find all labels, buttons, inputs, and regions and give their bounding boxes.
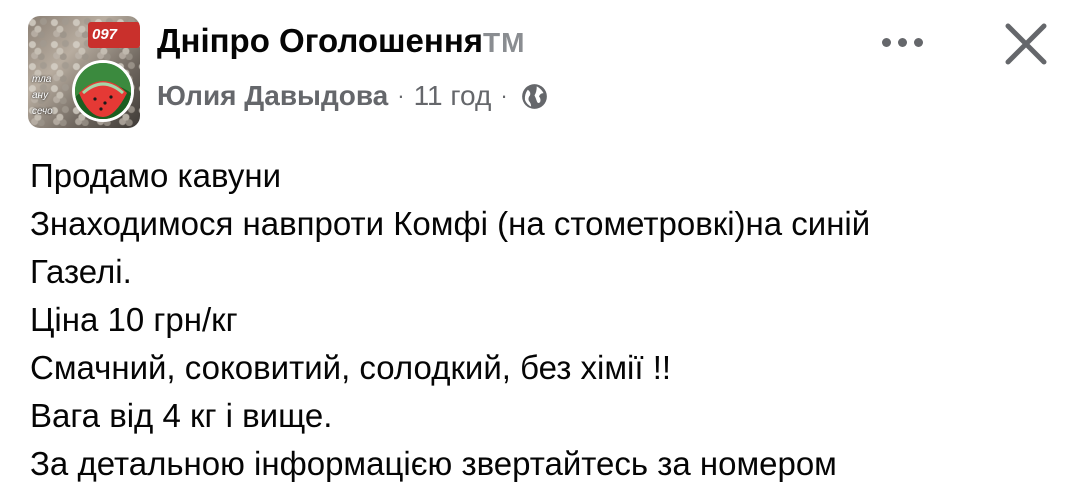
more-options-icon xyxy=(881,37,891,47)
group-name-text[interactable]: Дніпро Оголошення xyxy=(157,22,483,59)
meta-separator: · xyxy=(500,83,508,108)
close-icon[interactable] xyxy=(996,14,1056,74)
meta-separator: · xyxy=(397,83,405,108)
group-avatar-tag: 097 xyxy=(88,22,140,48)
group-badge: ТМ xyxy=(483,27,526,58)
post-text-line: Знаходимося навпроти Комфі (на стометров… xyxy=(30,205,871,242)
globe-icon[interactable] xyxy=(521,83,548,110)
watermelon-image xyxy=(75,63,131,119)
facebook-post: 097 тла ану сечо Дніпро ОголошенняТМ Юли… xyxy=(0,0,1080,488)
post-body: Продамо кавуни Знаходимося навпроти Комф… xyxy=(30,152,1060,488)
post-meta: Юлия Давыдова · 11 год · xyxy=(157,80,548,112)
post-text-line: Смачний, соковитий, солодкий, без хімії … xyxy=(30,349,672,386)
group-name[interactable]: Дніпро ОголошенняТМ xyxy=(157,22,525,60)
more-options-icon xyxy=(913,37,923,47)
post-text-line: Ціна 10 грн/кг xyxy=(30,301,238,338)
post-text-line: Продамо кавуни xyxy=(30,157,281,194)
author-name[interactable]: Юлия Давыдова xyxy=(157,80,388,112)
group-avatar-side-text: тла ану сечо xyxy=(32,74,53,117)
post-text-line: Газелі. xyxy=(30,253,132,290)
post-text-line: За детальною інформацією звертайтесь за … xyxy=(30,445,837,482)
more-options-icon xyxy=(897,37,907,47)
author-avatar[interactable] xyxy=(72,60,134,122)
post-time[interactable]: 11 год xyxy=(414,80,492,112)
post-text-line: Вага від 4 кг і вище. xyxy=(30,397,333,434)
more-options-button[interactable] xyxy=(866,22,938,62)
